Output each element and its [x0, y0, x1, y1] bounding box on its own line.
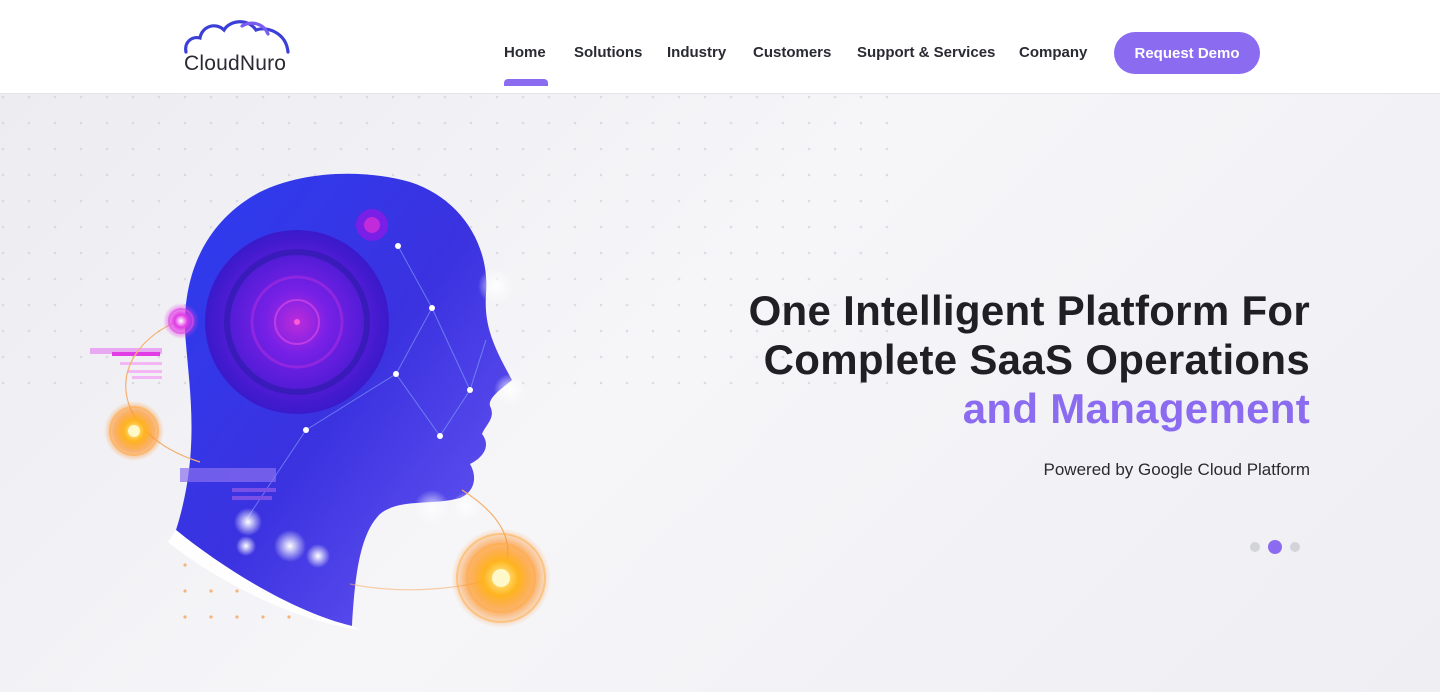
carousel-dot-2[interactable] — [1268, 540, 1282, 554]
headline-accent: and Management — [962, 385, 1310, 432]
headline-line-1: One Intelligent Platform For — [748, 287, 1310, 334]
nav-customers[interactable]: Customers — [753, 44, 831, 61]
hero-section: One Intelligent Platform For Complete Sa… — [0, 94, 1440, 692]
request-demo-button[interactable]: Request Demo — [1114, 32, 1260, 74]
carousel-dot-1[interactable] — [1250, 542, 1260, 552]
nav-solutions[interactable]: Solutions — [574, 44, 642, 61]
hero-headline: One Intelligent Platform For Complete Sa… — [749, 286, 1310, 433]
site-header: CloudNuro Home Solutions Industry Custom… — [0, 0, 1440, 94]
active-nav-indicator — [504, 79, 548, 86]
hero-subheadline: Powered by Google Cloud Platform — [1043, 460, 1310, 479]
nav-support-services[interactable]: Support & Services — [857, 44, 995, 61]
nav-company[interactable]: Company — [1019, 44, 1087, 61]
headline-line-2: Complete SaaS Operations — [763, 336, 1310, 383]
nav-industry[interactable]: Industry — [667, 44, 726, 61]
carousel-dot-3[interactable] — [1290, 542, 1300, 552]
nav-home[interactable]: Home — [504, 44, 546, 61]
carousel-dots — [1250, 540, 1300, 554]
